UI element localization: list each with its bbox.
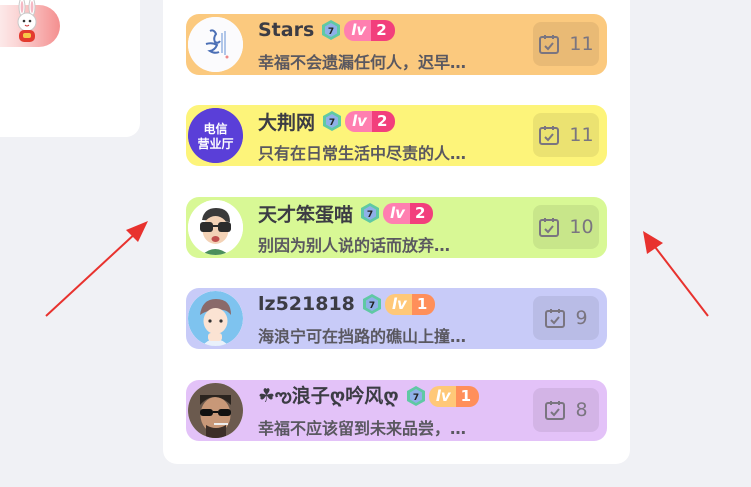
ranking-row[interactable]: ☘ఌ浪子ღ吟风ღ 7 lv 1 幸福不应该留到未来品尝，… 8 bbox=[186, 380, 607, 441]
user-name[interactable]: Stars bbox=[258, 19, 314, 41]
cartoon-avatar-icon bbox=[188, 200, 243, 255]
checkin-count: 9 bbox=[533, 296, 599, 340]
user-name[interactable]: 天才笨蛋喵 bbox=[258, 200, 353, 227]
user-signature: 别因为别人说的话而放弃… bbox=[258, 236, 451, 255]
avatar[interactable] bbox=[188, 17, 243, 72]
level-badge: lv 2 bbox=[344, 19, 395, 41]
svg-text:7: 7 bbox=[328, 27, 334, 37]
user-name-line: 大荆网 7 lv 2 bbox=[258, 108, 396, 135]
bunny-mascot-icon bbox=[17, 0, 37, 42]
user-signature: 幸福不应该留到未来品尝，… bbox=[258, 419, 467, 438]
anime-boy-avatar-icon bbox=[188, 291, 243, 346]
ranking-row[interactable]: 天才笨蛋喵 7 lv 2 别因为别人说的话而放弃… 10 bbox=[186, 197, 607, 258]
avatar[interactable]: 电信 营业厅 bbox=[188, 108, 243, 163]
verify-badge-icon: 7 bbox=[362, 294, 381, 314]
calendar-check-icon bbox=[539, 35, 560, 54]
avatar[interactable] bbox=[188, 200, 243, 255]
left-card bbox=[0, 0, 140, 137]
avatar[interactable] bbox=[188, 291, 243, 346]
user-name[interactable]: lz521818 bbox=[258, 293, 355, 315]
user-name-line: ☘ఌ浪子ღ吟风ღ 7 lv 1 bbox=[258, 381, 480, 412]
ranking-row[interactable]: lz521818 7 lv 1 海浪宁可在挡路的礁山上撞… 9 bbox=[186, 288, 607, 349]
right-arrow-icon bbox=[643, 231, 709, 317]
level-badge: lv 1 bbox=[384, 293, 436, 315]
svg-text:营业厅: 营业厅 bbox=[197, 136, 233, 151]
calendar-check-icon bbox=[539, 126, 560, 145]
svg-text:电信: 电信 bbox=[203, 121, 227, 136]
svg-text:7: 7 bbox=[413, 393, 419, 403]
user-name[interactable]: ☘ఌ浪子ღ吟风ღ bbox=[258, 381, 399, 412]
checkin-count: 11 bbox=[533, 22, 599, 66]
user-name-line: Stars 7 lv 2 bbox=[258, 17, 395, 43]
verify-badge-icon: 7 bbox=[322, 20, 341, 40]
ranking-row[interactable]: 电信 营业厅 大荆网 7 lv 2 只有在日常生活中尽责的人… 11 bbox=[186, 105, 607, 166]
level-badge: lv 2 bbox=[383, 202, 434, 224]
checkin-count: 11 bbox=[533, 113, 599, 157]
telecom-avatar-icon: 电信 营业厅 bbox=[188, 108, 243, 163]
calendar-check-icon bbox=[539, 218, 560, 237]
ranking-row[interactable]: Stars 7 lv 2 幸福不会遗漏任何人，迟早… 11 bbox=[186, 14, 607, 75]
verify-badge-icon: 7 bbox=[406, 386, 425, 406]
user-name[interactable]: 大荆网 bbox=[258, 108, 315, 135]
page: Stars 7 lv 2 幸福不会遗漏任何人，迟早… 11 电信 营业厅 大荆网… bbox=[0, 0, 751, 487]
svg-text:7: 7 bbox=[329, 118, 335, 128]
avatar[interactable] bbox=[188, 383, 243, 438]
user-name-line: 天才笨蛋喵 7 lv 2 bbox=[258, 200, 434, 227]
calendar-check-icon bbox=[545, 401, 566, 420]
photo-avatar-icon bbox=[188, 383, 243, 438]
verify-badge-icon: 7 bbox=[361, 203, 380, 223]
level-badge: lv 1 bbox=[428, 385, 480, 407]
checkin-count: 8 bbox=[533, 388, 599, 432]
user-signature: 幸福不会遗漏任何人，迟早… bbox=[258, 53, 467, 72]
svg-text:7: 7 bbox=[369, 301, 375, 311]
calendar-check-icon bbox=[545, 309, 566, 328]
level-badge: lv 2 bbox=[345, 110, 396, 132]
calligraphy-avatar-icon bbox=[188, 17, 243, 72]
left-arrow-icon bbox=[45, 221, 148, 317]
verify-badge-icon: 7 bbox=[323, 111, 342, 131]
user-signature: 只有在日常生活中尽责的人… bbox=[258, 144, 467, 163]
svg-text:7: 7 bbox=[367, 210, 373, 220]
user-name-line: lz521818 7 lv 1 bbox=[258, 291, 436, 317]
checkin-count: 10 bbox=[533, 205, 599, 249]
user-signature: 海浪宁可在挡路的礁山上撞… bbox=[258, 327, 467, 346]
